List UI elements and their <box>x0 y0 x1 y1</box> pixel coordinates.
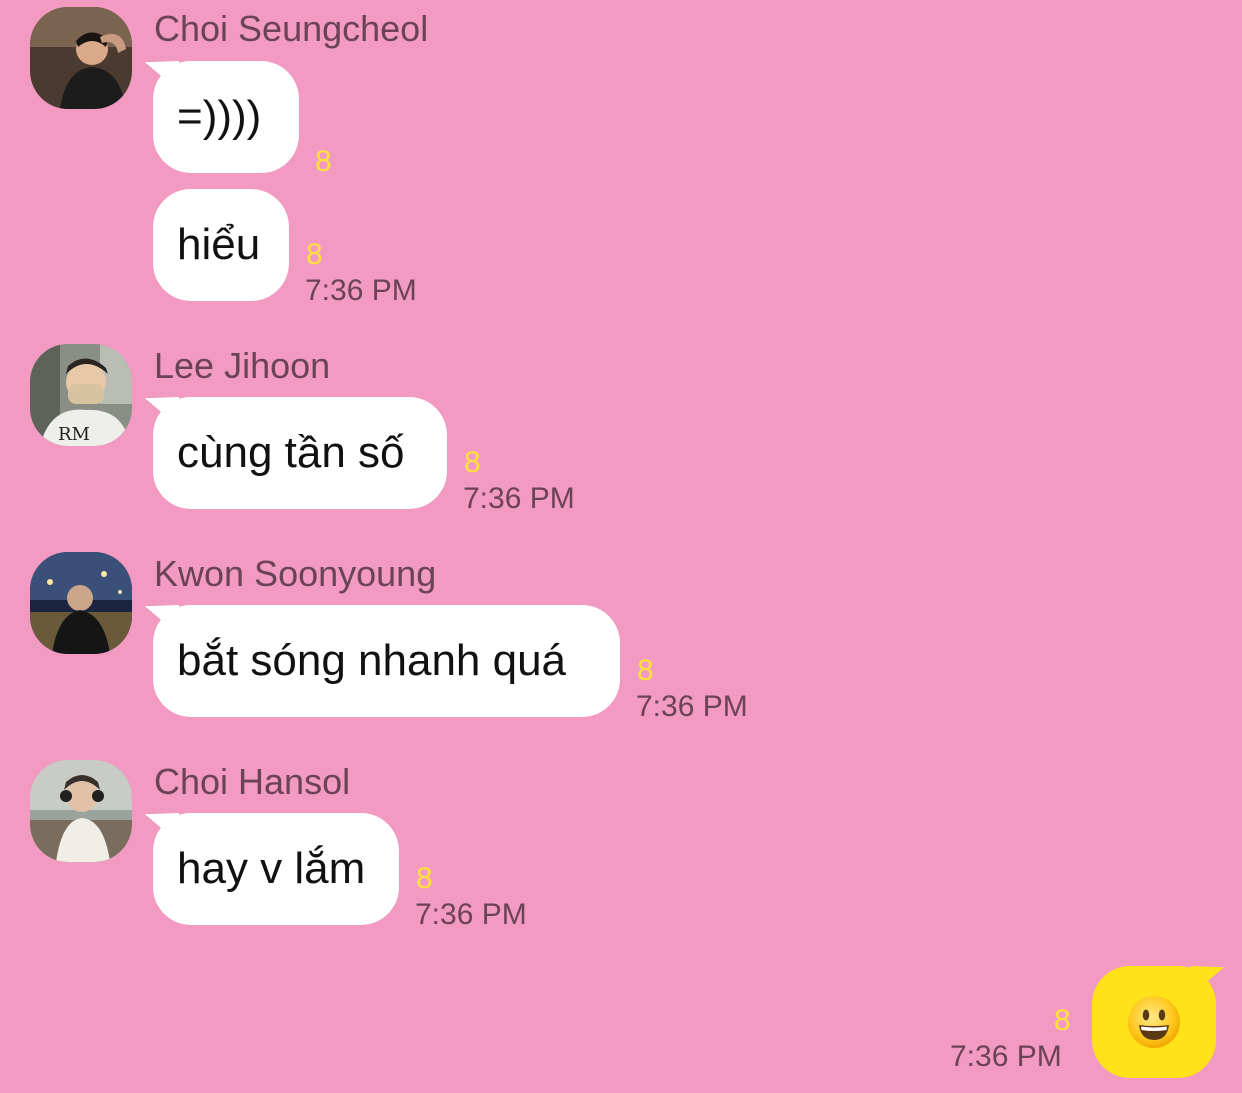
unread-count: 8 <box>315 145 332 178</box>
avatar-choi-hansol[interactable] <box>30 760 132 862</box>
my-message-bubble[interactable] <box>1092 966 1216 1078</box>
unread-count: 8 <box>464 446 481 479</box>
svg-text:RM: RM <box>58 424 90 445</box>
profile-photo-icon: RM <box>30 344 132 446</box>
sender-name: Lee Jihoon <box>154 345 331 386</box>
message-bubble[interactable]: hiểu <box>153 189 289 301</box>
unread-count: 8 <box>416 862 433 895</box>
message-timestamp: 7:36 PM <box>463 482 575 515</box>
message-timestamp: 7:36 PM <box>636 690 748 723</box>
message-bubble[interactable]: bắt sóng nhanh quá <box>153 605 620 717</box>
sender-name: Choi Hansol <box>154 761 351 802</box>
profile-photo-icon <box>30 760 132 862</box>
my-message-timestamp: 7:36 PM <box>950 1040 1062 1073</box>
message-text: =)))) <box>177 92 262 141</box>
message-bubble[interactable]: hay v lắm <box>153 813 399 925</box>
avatar-kwon-soonyoung[interactable] <box>30 552 132 654</box>
message-bubble[interactable]: cùng tần số <box>153 397 447 509</box>
message-text: hay v lắm <box>177 844 366 893</box>
message-text: bắt sóng nhanh quá <box>177 636 567 685</box>
profile-photo-icon <box>30 7 132 109</box>
message-timestamp: 7:36 PM <box>305 274 417 307</box>
smiling-face-emoji-icon <box>1128 996 1180 1048</box>
my-unread-count: 8 <box>1054 1004 1071 1037</box>
message-text: hiểu <box>177 220 261 269</box>
avatar-choi-seungcheol[interactable] <box>30 7 132 109</box>
profile-photo-icon <box>30 552 132 654</box>
avatar-lee-jihoon[interactable]: RM <box>30 344 132 446</box>
message-text: cùng tần số <box>177 428 405 477</box>
unread-count: 8 <box>637 654 654 687</box>
unread-count: 8 <box>306 238 323 271</box>
sender-name: Choi Seungcheol <box>154 8 429 49</box>
message-bubble[interactable]: =)))) <box>153 61 299 173</box>
message-timestamp: 7:36 PM <box>415 898 527 931</box>
sender-name: Kwon Soonyoung <box>154 553 437 594</box>
